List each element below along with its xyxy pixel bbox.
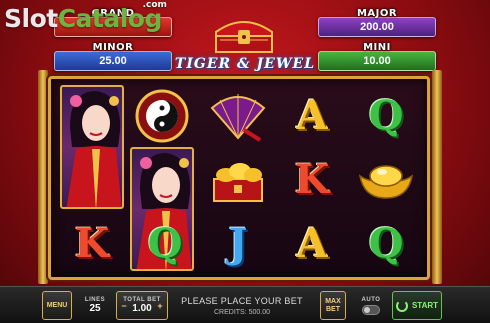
status-message: PLEASE PLACE YOUR BET <box>181 295 303 306</box>
reel-4-row-2: K <box>277 149 347 211</box>
fan-icon <box>210 94 266 142</box>
watermark-suffix: .com <box>142 0 167 10</box>
reel-2-row-1 <box>127 85 197 147</box>
frame-pillar-right <box>432 70 442 284</box>
spin-icon <box>395 299 408 312</box>
geisha-icon <box>66 91 122 207</box>
jackpot-minor: MINOR 25.00 <box>54 38 172 74</box>
auto-label: AUTO <box>361 296 381 303</box>
lines-display: LINES 25 <box>80 291 110 320</box>
symbol-a: A <box>296 92 328 139</box>
jackpot-minor-label: MINOR <box>92 41 134 53</box>
max-bet-button[interactable]: MAX BET <box>320 291 346 320</box>
jackpot-major-label: MAJOR <box>356 7 398 19</box>
reel-4-row-3: A <box>277 213 347 275</box>
total-bet-value: 1.00 <box>132 303 152 314</box>
lines-value: 25 <box>89 303 101 314</box>
jackpot-mini: MINI 10.00 <box>318 38 436 74</box>
reel-5-row-2 <box>351 149 421 211</box>
reel-3-row-2 <box>203 149 273 211</box>
jackpot-major-value: 200.00 <box>318 16 436 37</box>
reel-4-row-1: A <box>277 85 347 147</box>
symbol-q: Q <box>368 92 404 139</box>
control-bar: MENU LINES 25 − TOTAL BET 1.00 + PLEASE … <box>0 286 490 323</box>
game-logo: TIGER & JEWEL <box>160 16 330 78</box>
watermark-part1: Slot <box>4 4 58 33</box>
bet-decrease-button[interactable]: − <box>119 292 129 319</box>
reel-1-stacked-geisha <box>60 85 124 209</box>
symbol-q: Q <box>368 220 404 267</box>
symbol-k: K <box>294 156 330 203</box>
jackpot-minor-value: 25.00 <box>54 50 172 71</box>
reel-5-row-3: Q <box>351 213 421 275</box>
jackpot-mini-label: MINI <box>363 41 391 53</box>
autoplay-toggle[interactable]: AUTO <box>358 291 384 320</box>
jackpot-mini-value: 10.00 <box>318 50 436 71</box>
reel-3-row-1 <box>203 85 273 147</box>
gold-ingot-icon <box>358 165 414 199</box>
reel-3-row-3: J <box>203 213 273 275</box>
start-button[interactable]: START <box>392 291 442 320</box>
toggle-switch-icon[interactable] <box>362 304 380 315</box>
symbol-k: K <box>74 220 110 267</box>
game-title: TIGER & JEWEL <box>174 56 316 72</box>
reels-frame: A Q K K Q J A Q <box>48 76 430 280</box>
yin-yang-icon <box>135 89 189 143</box>
watermark: SlotCatalog .com <box>4 0 167 33</box>
start-label: START <box>411 301 439 310</box>
jackpot-major: MAJOR 200.00 <box>318 4 436 40</box>
treasure-chest-icon <box>215 21 273 53</box>
message-panel: PLEASE PLACE YOUR BET CREDITS: 500.00 <box>172 291 312 320</box>
total-bet-control: − TOTAL BET 1.00 + <box>116 291 168 320</box>
frame-pillar-left <box>38 70 48 284</box>
symbol-j: J <box>228 220 248 267</box>
credits-display: CREDITS: 500.00 <box>213 308 271 316</box>
bet-increase-button[interactable]: + <box>155 292 165 319</box>
symbol-a: A <box>296 220 328 267</box>
reel-grid: A Q K K Q J A Q <box>57 85 427 277</box>
menu-button[interactable]: MENU <box>42 291 72 320</box>
symbol-q: Q <box>147 220 183 267</box>
gold-treasure-box-icon <box>213 163 263 202</box>
reel-2-row-3: Q <box>130 213 200 275</box>
reel-5-row-1: Q <box>351 85 421 147</box>
reel-1-row-3: K <box>57 213 127 275</box>
